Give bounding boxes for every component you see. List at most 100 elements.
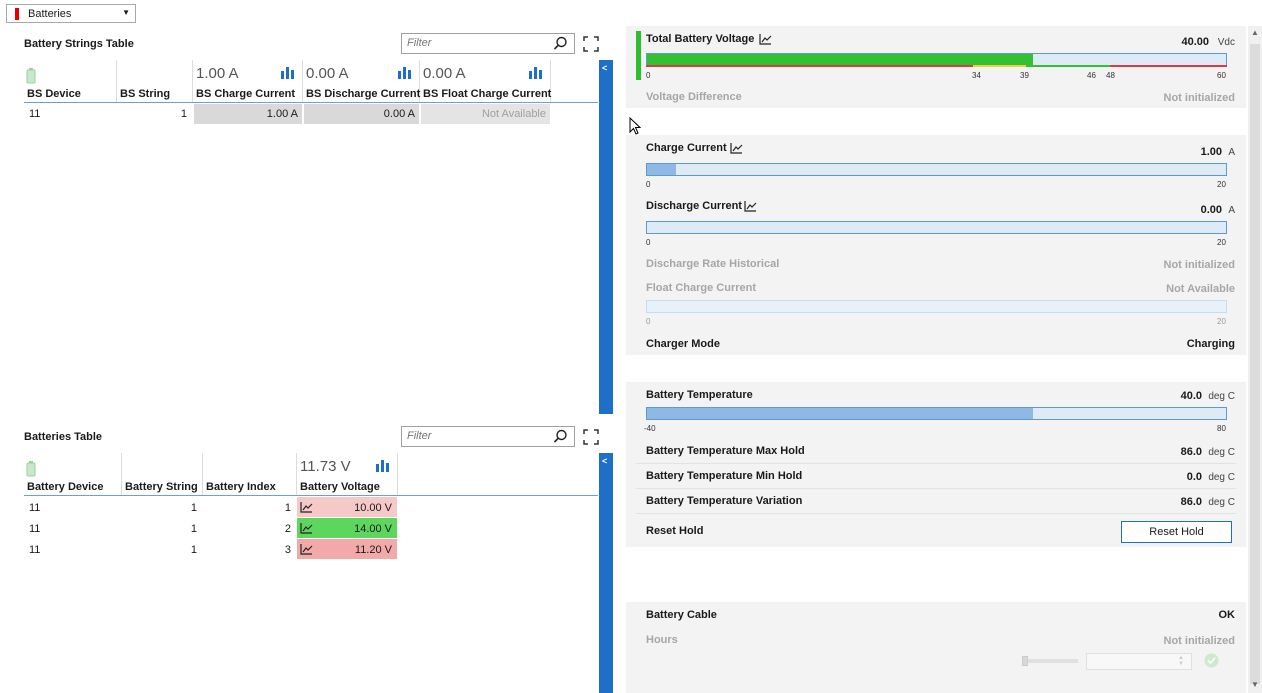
batteries-filter-box[interactable]: [401, 426, 575, 447]
voltage-threshold-band: [973, 65, 1026, 67]
column-separator: [302, 60, 303, 102]
header-underline: [24, 495, 598, 496]
battery-voltage-summary: 11.73 V: [300, 458, 351, 475]
bar-chart-icon[interactable]: [376, 460, 390, 472]
search-icon[interactable]: [553, 36, 568, 51]
hours-input[interactable]: [1086, 653, 1192, 670]
search-icon[interactable]: [553, 429, 568, 444]
table-row[interactable]: 11 1 1.00 A 0.00 A Not Available: [24, 104, 550, 124]
temp-variation-value: 86.0: [1180, 496, 1202, 508]
confirm-check-icon[interactable]: [1204, 653, 1219, 668]
charger-mode-label: Charger Mode: [646, 338, 720, 350]
cell-battery-string: 1: [190, 523, 197, 535]
cell-battery-string: 1: [190, 544, 197, 556]
strings-filter-box[interactable]: [401, 33, 575, 54]
gauge-fill: [647, 408, 1034, 419]
device-type-dropdown[interactable]: Batteries ▼: [6, 4, 136, 23]
cell-battery-voltage: 11.20 V: [354, 544, 392, 556]
mouse-cursor-icon: [629, 117, 641, 135]
battery-status-icon: [26, 68, 36, 84]
table-row[interactable]: 11 1 3 11.20 V: [24, 539, 398, 560]
column-header-bs-string[interactable]: BS String: [120, 88, 170, 100]
cell-bs-float: Not Available: [481, 108, 546, 120]
column-header-bs-discharge-current[interactable]: BS Discharge Current: [306, 88, 420, 100]
panel-collapse-splitter[interactable]: <: [599, 60, 613, 414]
total-voltage-label: Total Battery Voltage: [646, 33, 755, 45]
float-current-summary: 0.00 A: [423, 65, 466, 82]
gauge-tick: 48: [1106, 71, 1115, 80]
column-header-battery-device[interactable]: Battery Device: [27, 481, 103, 493]
voltage-threshold-band: [1026, 65, 1110, 67]
batteries-filter-input[interactable]: [407, 430, 547, 442]
column-header-bs-float-current[interactable]: BS Float Charge Current: [423, 88, 551, 100]
charge-current-value: 1.00: [1200, 146, 1222, 158]
gauge-tick: 0: [646, 180, 651, 189]
discharge-current-gauge: [646, 221, 1227, 234]
column-header-battery-index[interactable]: Battery Index: [206, 481, 276, 493]
bar-chart-icon[interactable]: [398, 67, 412, 79]
charge-current-gauge: [646, 163, 1227, 176]
column-header-bs-charge-current[interactable]: BS Charge Current: [196, 88, 295, 100]
cell-battery-string: 1: [190, 502, 197, 514]
voltage-difference-label: Voltage Difference: [646, 91, 742, 103]
temperature-value: 40.0: [1180, 390, 1202, 402]
trend-chart-icon[interactable]: [744, 201, 757, 212]
table-row[interactable]: 11 1 1 10.00 V: [24, 497, 398, 518]
charge-current-summary: 1.00 A: [196, 65, 239, 82]
column-header-bs-device[interactable]: BS Device: [27, 88, 81, 100]
panel-collapse-splitter[interactable]: <: [599, 453, 613, 693]
temperature-card: Battery Temperature 40.0 deg C -40 80 Ba…: [626, 382, 1246, 547]
scrollbar-thumb[interactable]: [1250, 44, 1260, 684]
gauge-tick: 20: [1217, 180, 1226, 189]
vertical-scrollbar[interactable]: ▲ ▼: [1248, 26, 1262, 693]
strings-filter-input[interactable]: [407, 37, 547, 49]
hours-slider-track[interactable]: [1024, 659, 1078, 663]
temp-min-hold-label: Battery Temperature Min Hold: [646, 470, 803, 482]
charger-mode-value: Charging: [1186, 338, 1235, 350]
gauge-tick: 20: [1217, 317, 1226, 326]
cell-battery-device: 11: [29, 523, 41, 535]
reset-hold-button[interactable]: Reset Hold: [1121, 521, 1232, 543]
hours-value: Not initialized: [1163, 635, 1236, 647]
cell-bs-string: 1: [180, 108, 187, 120]
voltage-card: Total Battery Voltage 40.00 Vdc 0 34 39 …: [626, 26, 1246, 108]
header-underline: [24, 102, 598, 103]
gauge-tick: 80: [1217, 424, 1226, 433]
fullscreen-icon[interactable]: [583, 429, 599, 445]
hours-spinner-icon[interactable]: ▲ ▼: [1178, 655, 1188, 668]
trend-chart-icon[interactable]: [759, 34, 772, 45]
temp-min-hold-unit: deg C: [1208, 472, 1235, 483]
column-header-battery-string[interactable]: Battery String: [125, 481, 198, 493]
cell-battery-voltage: 10.00 V: [354, 502, 392, 514]
current-card: Charge Current 1.00 A 0 20 Discharge Cur…: [626, 135, 1246, 355]
hours-slider-thumb[interactable]: [1022, 656, 1028, 666]
alarm-indicator: [15, 8, 19, 20]
dropdown-selected-value: Batteries: [28, 8, 72, 20]
fullscreen-icon[interactable]: [583, 36, 599, 52]
column-separator: [116, 60, 117, 102]
chevron-left-icon: <: [602, 456, 608, 466]
gauge-tick: 46: [1087, 71, 1096, 80]
trend-chart-icon[interactable]: [730, 143, 743, 154]
scroll-down-icon[interactable]: ▼: [1251, 680, 1259, 689]
total-voltage-value: 40.00: [1181, 36, 1209, 48]
cell-bs-device: 11: [29, 108, 41, 120]
float-charge-label: Float Charge Current: [646, 282, 757, 294]
gauge-fill: [647, 164, 676, 175]
column-separator: [121, 453, 122, 495]
float-charge-gauge: [646, 300, 1227, 313]
scroll-up-icon[interactable]: ▲: [1251, 28, 1259, 37]
charge-current-unit: A: [1228, 147, 1235, 158]
column-separator: [296, 453, 297, 495]
reset-hold-label: Reset Hold: [646, 525, 704, 537]
voltage-difference-value: Not initialized: [1163, 92, 1236, 104]
bar-chart-icon[interactable]: [529, 67, 543, 79]
table-row[interactable]: 11 1 2 14.00 V: [24, 518, 398, 539]
column-header-battery-voltage[interactable]: Battery Voltage: [300, 481, 380, 493]
voltage-ok-indicator: [636, 31, 641, 80]
gauge-tick: 34: [972, 71, 981, 80]
chevron-down-icon: ▼: [122, 8, 130, 17]
discharge-rate-label: Discharge Rate Historical: [646, 258, 780, 270]
bar-chart-icon[interactable]: [281, 67, 295, 79]
float-charge-value: Not Available: [1166, 283, 1235, 295]
